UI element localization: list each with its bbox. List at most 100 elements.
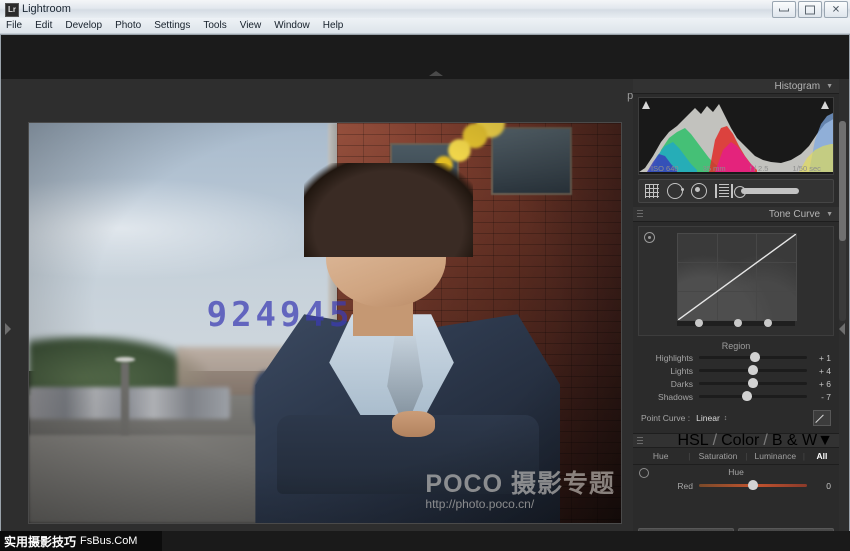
slider-track[interactable]	[699, 369, 807, 372]
histogram-curves	[639, 98, 834, 172]
hair	[304, 163, 473, 257]
slider-label: Shadows	[641, 392, 699, 402]
tone-curve-panel-header[interactable]: Tone Curve ▼	[633, 207, 839, 222]
panel-grip-icon	[637, 210, 643, 218]
slider-knob[interactable]	[748, 378, 758, 388]
footer-watermark-en: FsBus.CoM	[80, 535, 137, 547]
close-button[interactable]: ✕	[824, 1, 848, 18]
lightroom-app-body: Lr ADOBE PHOTOSHOP LIGHTROOM 4 Library |…	[0, 34, 850, 551]
edit-point-curve-button[interactable]	[813, 410, 831, 426]
slider-value: + 1	[807, 353, 831, 363]
target-adjustment-icon[interactable]	[644, 232, 655, 243]
hsl-title-sep1: /	[713, 432, 717, 450]
point-curve-value[interactable]: Linear	[696, 413, 720, 423]
minimize-button[interactable]	[772, 1, 796, 18]
slider-knob[interactable]	[750, 352, 760, 362]
slider-label: Lights	[641, 366, 699, 376]
slider-knob[interactable]	[748, 480, 758, 490]
poco-watermark-line2: http://photo.poco.cn/	[425, 497, 615, 511]
hsl-title-color[interactable]: Color	[721, 432, 759, 450]
menu-bar: File Edit Develop Photo Settings Tools V…	[0, 18, 850, 34]
app-icon: Lr	[5, 3, 19, 17]
point-curve-stepper-icon[interactable]: ↕	[724, 415, 728, 422]
curve-grid[interactable]	[677, 233, 797, 321]
menu-item-settings[interactable]: Settings	[154, 20, 190, 31]
slider-value: - 7	[807, 392, 831, 402]
menu-item-file[interactable]: File	[6, 20, 22, 31]
curve-split-point-shadows[interactable]	[695, 319, 703, 327]
photo-watermark-poco: POCO 摄影专题 http://photo.poco.cn/	[425, 472, 615, 511]
panel-grip-icon	[637, 437, 643, 445]
hsl-title-bw[interactable]: B & W	[772, 432, 817, 450]
chevron-down-icon[interactable]: ▼	[826, 83, 833, 90]
spot-removal-icon[interactable]	[667, 183, 683, 199]
chevron-down-icon[interactable]: ▼	[817, 432, 833, 450]
scrollbar-thumb[interactable]	[839, 121, 846, 241]
top-panel-collapse-arrow[interactable]	[429, 71, 443, 76]
hsl-tab-row: Hue | Saturation | Luminance | All	[633, 448, 839, 465]
slider-track[interactable]	[699, 356, 807, 359]
menu-item-edit[interactable]: Edit	[35, 20, 52, 31]
region-label: Region	[633, 341, 839, 351]
menu-item-window[interactable]: Window	[274, 20, 310, 31]
image-work-area: 924945 POCO 摄影专题 http://photo.poco.cn/ Y…	[11, 79, 627, 551]
right-panel-collapse-arrow[interactable]	[839, 323, 845, 335]
maximize-icon	[805, 5, 815, 14]
slider-label: Darks	[641, 379, 699, 389]
footer-watermark-cn: 实用摄影技巧	[4, 533, 76, 550]
menu-item-photo[interactable]: Photo	[115, 20, 141, 31]
crop-overlay-icon[interactable]	[645, 184, 659, 198]
menu-item-help[interactable]: Help	[323, 20, 344, 31]
tone-curve-graph[interactable]	[638, 226, 834, 336]
slider-track[interactable]	[699, 484, 807, 487]
slider-knob[interactable]	[748, 365, 758, 375]
tone-curve-line	[678, 234, 796, 320]
slider-value: 0	[807, 481, 831, 491]
hsl-title-sep2: /	[763, 432, 767, 450]
right-panel-scrollbar[interactable]	[839, 121, 846, 321]
target-adjustment-icon[interactable]	[639, 468, 649, 478]
curve-split-bar[interactable]	[677, 321, 795, 326]
menu-item-view[interactable]: View	[240, 20, 262, 31]
graduated-filter-icon[interactable]	[715, 184, 733, 198]
window-controls: ✕	[772, 1, 848, 18]
histogram-title: Histogram	[774, 81, 820, 92]
histogram-panel-header[interactable]: Histogram ▼	[633, 79, 839, 94]
window-titlebar: Lr Lightroom ✕	[0, 0, 850, 19]
histogram-graph[interactable]: ISO 640 35 mm f / 2.5 1/50 sec	[638, 97, 834, 175]
tab-luminance[interactable]: Luminance	[748, 451, 803, 461]
street-lamp	[121, 363, 129, 435]
hsl-panel-header[interactable]: HSL / Color / B & W ▼	[633, 433, 839, 448]
slider-knob[interactable]	[742, 391, 752, 401]
slider-red-hue[interactable]: Red 0	[641, 479, 831, 492]
maximize-button[interactable]	[798, 1, 822, 18]
photo-exif-readout: ISO 640 35 mm f / 2.5 1/50 sec	[639, 164, 833, 173]
parked-cars	[29, 387, 230, 419]
curve-split-point-midtones[interactable]	[734, 319, 742, 327]
photo-content: 924945 POCO 摄影专题 http://photo.poco.cn/	[29, 123, 621, 523]
hsl-title-hsl[interactable]: HSL	[678, 432, 709, 450]
adjustment-brush-icon[interactable]	[741, 188, 799, 194]
tab-hue[interactable]: Hue	[633, 451, 688, 461]
slider-label: Red	[641, 481, 699, 491]
close-icon: ✕	[832, 5, 841, 14]
chevron-down-icon[interactable]: ▼	[826, 211, 833, 218]
photo-preview[interactable]: 924945 POCO 摄影专题 http://photo.poco.cn/	[29, 123, 621, 523]
slider-darks[interactable]: Darks + 6	[641, 377, 831, 390]
develop-tool-strip	[638, 179, 834, 203]
slider-shadows[interactable]: Shadows - 7	[641, 390, 831, 403]
slider-track[interactable]	[699, 382, 807, 385]
slider-lights[interactable]: Lights + 4	[641, 364, 831, 377]
photo-watermark-number: 924945	[207, 295, 354, 335]
curve-split-point-highlights[interactable]	[764, 319, 772, 327]
point-curve-label: Point Curve :	[641, 413, 690, 423]
menu-item-tools[interactable]: Tools	[203, 20, 226, 31]
identity-plate-bar	[1, 35, 849, 79]
menu-item-develop[interactable]: Develop	[65, 20, 102, 31]
slider-highlights[interactable]: Highlights + 1	[641, 351, 831, 364]
slider-track[interactable]	[699, 395, 807, 398]
minimize-icon	[779, 8, 789, 11]
tab-all[interactable]: All	[805, 451, 839, 461]
red-eye-icon[interactable]	[691, 183, 707, 199]
tab-saturation[interactable]: Saturation	[690, 451, 745, 461]
